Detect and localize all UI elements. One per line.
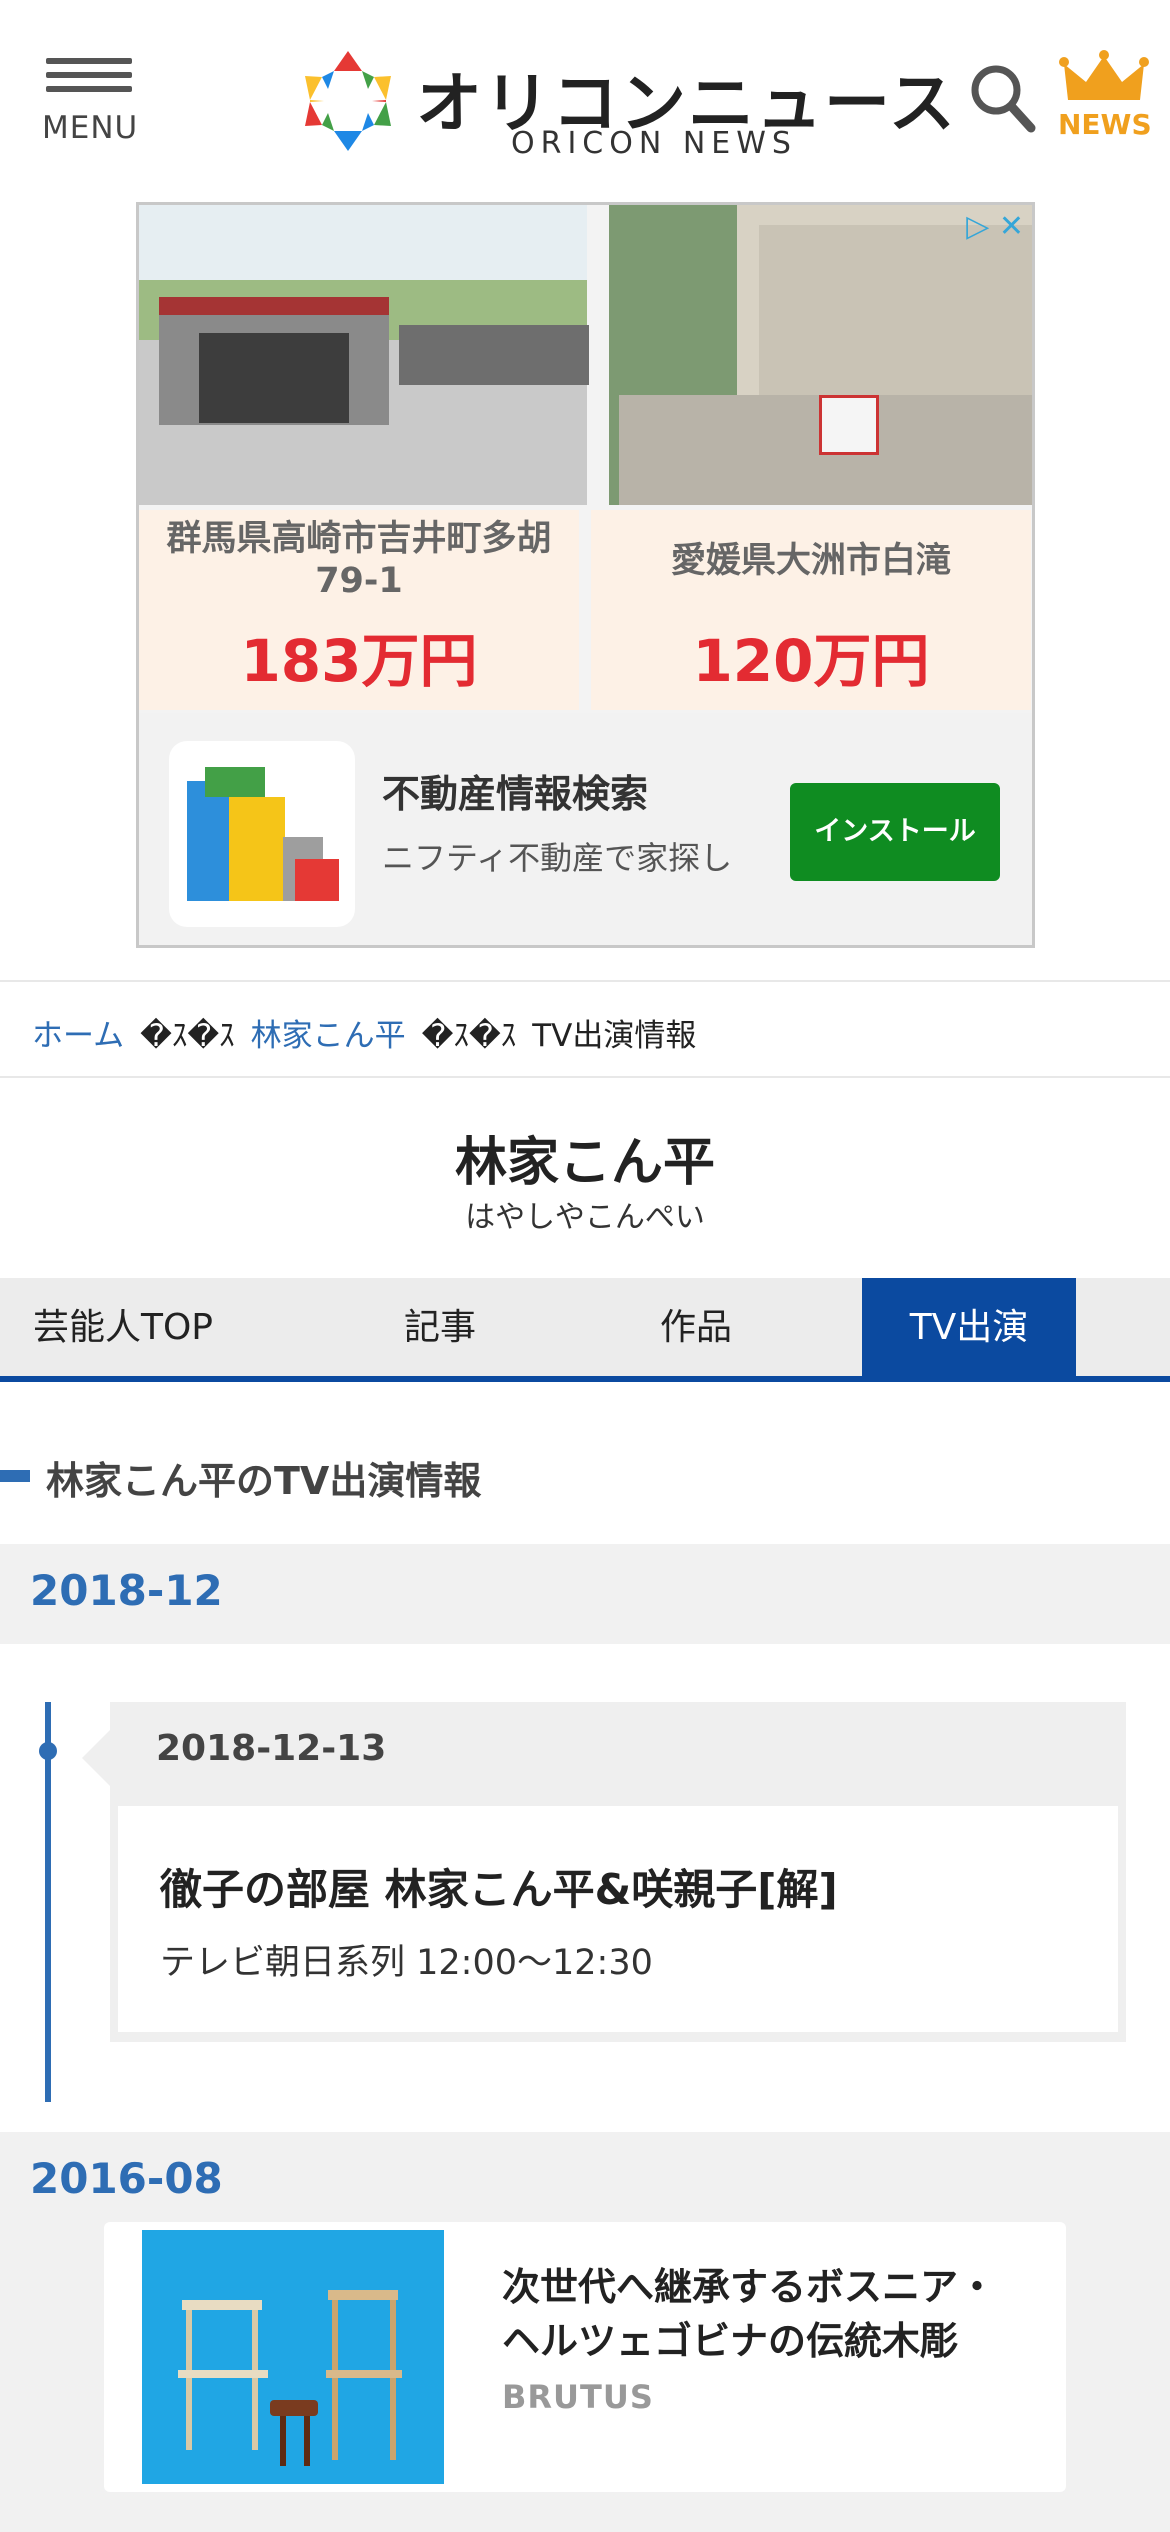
ad-listing-2[interactable]: 愛媛県大洲市白滝 120万円: [591, 510, 1031, 710]
ad-app-title: 不動産情報検索: [382, 772, 649, 816]
menu-icon-bar: [46, 58, 132, 64]
ad-app-banner[interactable]: 不動産情報検索 ニフティ不動産で家探し インストール: [139, 713, 1032, 945]
menu-button[interactable]: MENU: [42, 58, 137, 148]
entry-broadcast-info: テレビ朝日系列 12:00〜12:30: [160, 1943, 653, 1983]
page: MENU オリコンニュース ORICON NEWS NEWS ▷ ✕ 群馬県高崎…: [0, 0, 1170, 2532]
breadcrumb-artist-link[interactable]: 林家こん平: [251, 1018, 406, 1054]
entry-date: 2018-12-13: [156, 1728, 387, 1769]
breadcrumb-separator: �ｽ�ｽ: [140, 1018, 235, 1054]
ad-listing-1[interactable]: 群馬県高崎市吉井町多胡 79-1 183万円: [139, 510, 579, 710]
header: MENU オリコンニュース ORICON NEWS NEWS: [0, 0, 1170, 195]
oricon-logo-icon: [305, 51, 391, 151]
entry-pointer: [82, 1730, 110, 1786]
menu-icon-bar: [46, 86, 132, 92]
artist-kana: はやしやこんぺい: [465, 1200, 705, 1235]
advertisement[interactable]: ▷ ✕ 群馬県高崎市吉井町多胡 79-1 183万円 愛媛県大洲市白滝 120万…: [136, 202, 1035, 948]
ad-listing-price: 183万円: [240, 627, 478, 695]
timeline-line: [45, 1702, 51, 2102]
ad-app-description: ニフティ不動産で家探し: [382, 839, 733, 877]
search-icon[interactable]: [968, 62, 1036, 134]
month-label: 2016-08: [30, 2154, 223, 2203]
breadcrumb-separator: �ｽ�ｽ: [421, 1018, 517, 1054]
logo-subtitle: ORICON NEWS: [511, 126, 797, 161]
entry-program-title: 徹子の部屋 林家こん平&咲親子[解]: [160, 1865, 838, 1914]
tab-tv-appearances[interactable]: TV出演: [862, 1278, 1076, 1378]
tab-artist-top[interactable]: 芸能人TOP: [0, 1278, 246, 1378]
menu-label: MENU: [42, 110, 139, 146]
month-header: 2018-12: [0, 1544, 1170, 1644]
month-label: 2018-12: [30, 1566, 223, 1615]
tab-works[interactable]: 作品: [586, 1278, 806, 1378]
ad-listing-location: 愛媛県大洲市白滝: [670, 541, 951, 581]
month-header: 2016-08: [0, 2132, 1170, 2232]
tab-articles[interactable]: 記事: [330, 1278, 550, 1378]
tv-appearance-entry[interactable]: 2018-12-13 徹子の部屋 林家こん平&咲親子[解] テレビ朝日系列 12…: [82, 1702, 1126, 2042]
recommend-source: BRUTUS: [502, 2378, 654, 2416]
news-ranking-button[interactable]: NEWS: [1058, 50, 1152, 141]
section-marker: [0, 1470, 30, 1482]
ad-listing-price: 120万円: [692, 627, 930, 695]
crown-icon: [1059, 50, 1149, 100]
oricon-news-logo[interactable]: オリコンニュース ORICON NEWS: [296, 42, 955, 162]
timeline-dot: [39, 1742, 57, 1760]
recommend-card[interactable]: 次世代へ継承するボスニア・ヘルツェゴビナの伝統木彫 BRUTUS: [104, 2222, 1066, 2492]
breadcrumb: ホーム �ｽ�ｽ 林家こん平 �ｽ�ｽ TV出演情報: [0, 980, 1170, 1078]
ad-app-icon: [169, 741, 355, 927]
ad-property-photo[interactable]: [609, 205, 1032, 505]
recommend-image: [142, 2230, 444, 2484]
ad-choices-icon[interactable]: ▷ ✕: [966, 209, 1024, 244]
ad-listing-location: 群馬県高崎市吉井町多胡 79-1: [166, 519, 552, 601]
recommend-title: 次世代へ継承するボスニア・ヘルツェゴビナの伝統木彫: [502, 2265, 997, 2363]
ad-property-photo[interactable]: [139, 205, 589, 505]
entry-body: 徹子の部屋 林家こん平&咲親子[解] テレビ朝日系列 12:00〜12:30: [118, 1806, 1118, 2032]
artist-tabs: 芸能人TOP 記事 作品 TV出演: [0, 1278, 1170, 1382]
tabs-underline: [0, 1376, 1170, 1382]
artist-name: 林家こん平: [454, 1133, 715, 1193]
section-title: 林家こん平のTV出演情報: [46, 1459, 482, 1503]
news-label: NEWS: [1058, 108, 1152, 141]
ad-install-button[interactable]: インストール: [790, 783, 1000, 881]
menu-icon-bar: [46, 72, 132, 78]
breadcrumb-home-link[interactable]: ホーム: [32, 1018, 124, 1054]
breadcrumb-current: TV出演情報: [532, 1018, 697, 1054]
